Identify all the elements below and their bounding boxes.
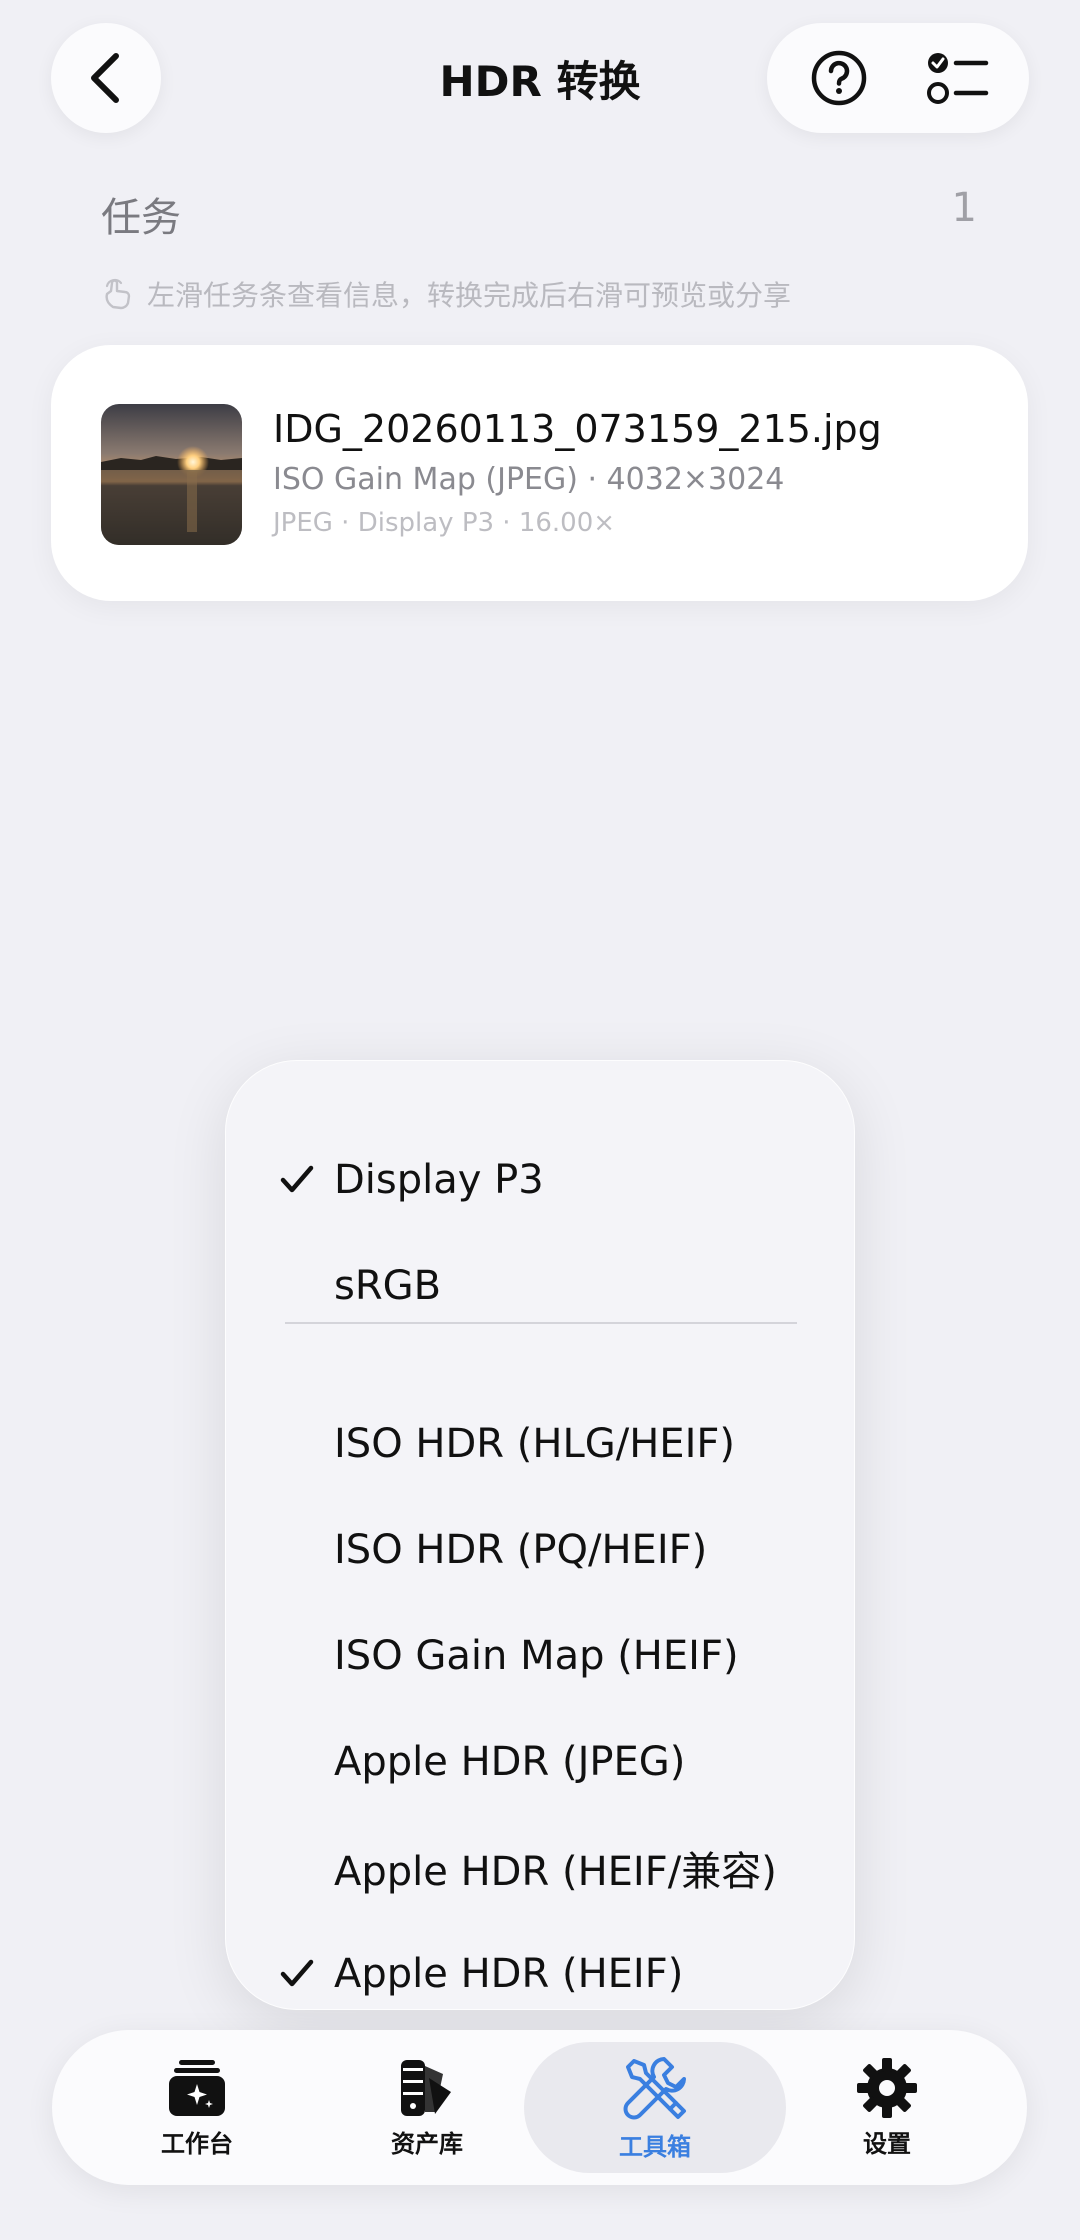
menu-divider bbox=[285, 1322, 797, 1324]
menu-item-label: ISO Gain Map (HEIF) bbox=[334, 1633, 739, 1679]
tab-label: 资产库 bbox=[391, 2130, 463, 2158]
menu-item-iso-gain-map-heif[interactable]: ISO Gain Map (HEIF) bbox=[225, 1616, 855, 1696]
swipe-hint-text: 左滑任务条查看信息，转换完成后右滑可预览或分享 bbox=[147, 279, 792, 312]
task-format-info: ISO Gain Map (JPEG) · 4032×3024 bbox=[273, 462, 785, 497]
gear-icon bbox=[857, 2058, 917, 2118]
tab-settings[interactable]: 设置 bbox=[802, 2030, 972, 2185]
task-row[interactable]: IDG_20260113_073159_215.jpg ISO Gain Map… bbox=[51, 345, 1028, 601]
question-circle-icon bbox=[811, 50, 866, 106]
menu-item-srgb[interactable]: sRGB bbox=[225, 1246, 855, 1326]
checklist-icon bbox=[926, 53, 988, 104]
menu-item-label: Apple HDR (JPEG) bbox=[334, 1739, 686, 1785]
menu-item-display-p3[interactable]: Display P3 bbox=[225, 1140, 855, 1220]
tasks-section-title: 任务 bbox=[101, 195, 181, 241]
swipe-hint: 左滑任务条查看信息，转换完成后右滑可预览或分享 bbox=[101, 274, 791, 314]
menu-item-label: Display P3 bbox=[334, 1157, 544, 1203]
nav-actions-pill bbox=[767, 23, 1029, 133]
checkmark-icon bbox=[280, 1165, 314, 1193]
menu-item-apple-hdr-jpeg[interactable]: Apple HDR (JPEG) bbox=[225, 1722, 855, 1802]
tab-toolbox[interactable]: 工具箱 bbox=[524, 2042, 786, 2173]
tab-label: 工作台 bbox=[161, 2130, 233, 2158]
menu-item-iso-hdr-hlg[interactable]: ISO HDR (HLG/HEIF) bbox=[225, 1404, 855, 1484]
tools-icon bbox=[623, 2057, 686, 2120]
tab-label: 工具箱 bbox=[619, 2133, 691, 2161]
task-filename: IDG_20260113_073159_215.jpg bbox=[273, 407, 882, 451]
swipe-hand-icon bbox=[105, 278, 131, 310]
workbench-icon bbox=[169, 2060, 225, 2116]
tab-bar: 工作台 资产库 工具箱 设置 bbox=[52, 2030, 1027, 2185]
tab-workbench[interactable]: 工作台 bbox=[112, 2030, 282, 2185]
checkmark-icon bbox=[280, 1959, 314, 1987]
select-button[interactable] bbox=[923, 43, 993, 113]
menu-item-apple-hdr-heif-compat[interactable]: Apple HDR (HEIF/兼容) bbox=[225, 1828, 855, 1908]
menu-item-iso-hdr-pq[interactable]: ISO HDR (PQ/HEIF) bbox=[225, 1510, 855, 1590]
menu-item-apple-hdr-heif[interactable]: Apple HDR (HEIF) bbox=[225, 1934, 855, 2014]
help-button[interactable] bbox=[804, 43, 874, 113]
output-format-menu: Display P3 sRGB ISO HDR (HLG/HEIF) ISO H… bbox=[225, 1060, 855, 2010]
menu-item-label: sRGB bbox=[334, 1263, 442, 1309]
tab-assets[interactable]: 资产库 bbox=[342, 2030, 512, 2185]
task-color-info: JPEG · Display P3 · 16.00× bbox=[273, 508, 616, 538]
tab-label: 设置 bbox=[863, 2130, 911, 2158]
menu-item-label: ISO HDR (PQ/HEIF) bbox=[334, 1527, 708, 1573]
swatch-library-icon bbox=[401, 2060, 451, 2116]
menu-item-label: Apple HDR (HEIF) bbox=[334, 1951, 684, 1997]
task-thumbnail bbox=[101, 404, 242, 545]
menu-item-label: ISO HDR (HLG/HEIF) bbox=[334, 1421, 735, 1467]
menu-item-label: Apple HDR (HEIF/兼容) bbox=[334, 1849, 777, 1895]
tasks-count: 1 bbox=[951, 185, 977, 231]
